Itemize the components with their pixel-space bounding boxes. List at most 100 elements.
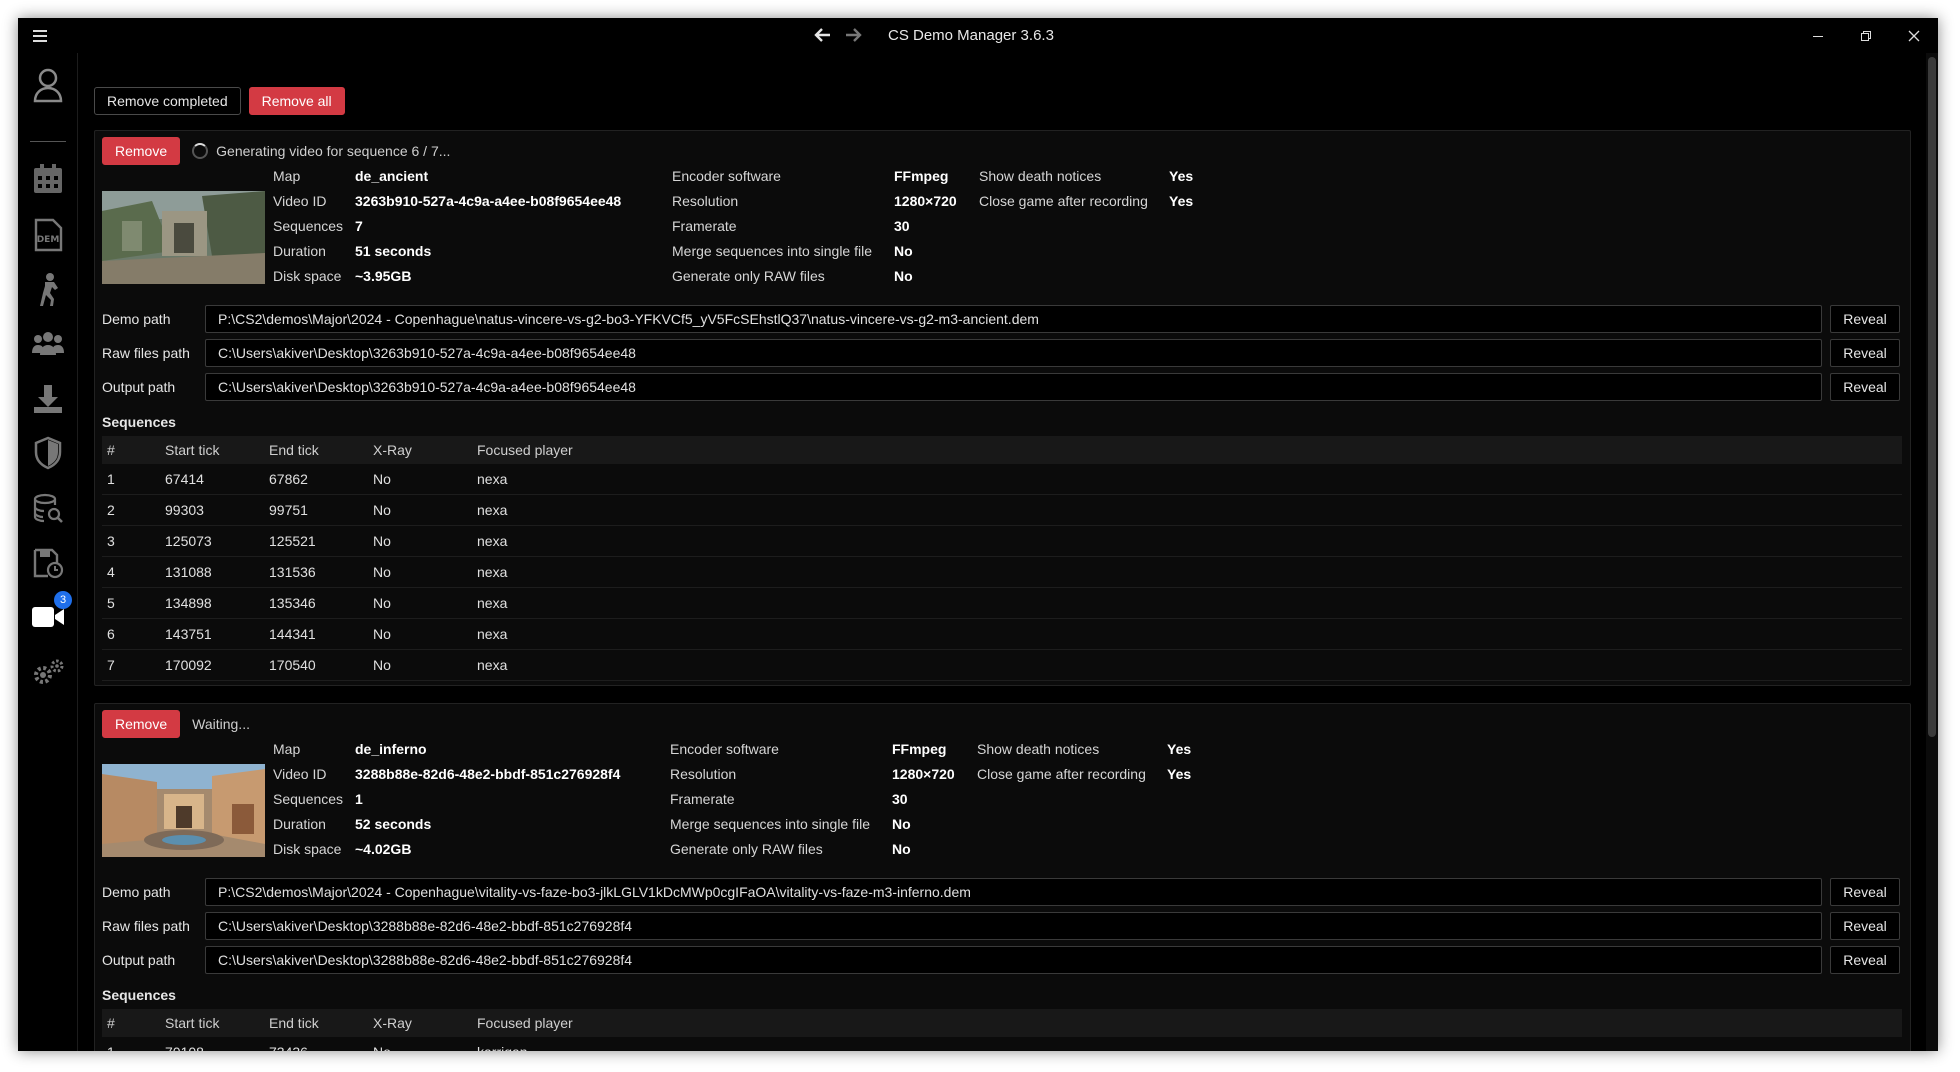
remove-button[interactable]: Remove	[102, 137, 181, 165]
player-icon[interactable]	[28, 269, 68, 309]
sequences-value: 1	[355, 791, 363, 807]
raw-files-path-field[interactable]: C:\Users\akiver\Desktop\3263b910-527a-4c…	[205, 339, 1822, 367]
cell-focused-player: nexa	[477, 564, 508, 580]
cell-focused-player: nexa	[477, 595, 508, 611]
col-player: Focused player	[477, 442, 573, 458]
scrollbar-thumb[interactable]	[1928, 57, 1936, 737]
profile-icon[interactable]	[28, 65, 68, 105]
remove-completed-button[interactable]: Remove completed	[94, 87, 241, 115]
table-row[interactable]: 6 143751 144341 No nexa	[102, 619, 1902, 650]
table-row[interactable]: 7 170092 170540 No nexa	[102, 650, 1902, 681]
close-game-value: Yes	[1169, 193, 1194, 209]
reveal-raw-button[interactable]: Reveal	[1830, 339, 1900, 367]
cell-num: 4	[107, 564, 115, 580]
cell-xray: No	[373, 502, 391, 518]
death-notices-label: Show death notices	[979, 168, 1102, 184]
col-start: Start tick	[165, 1015, 220, 1031]
sequences-heading: Sequences	[102, 414, 176, 430]
sequences-table: # Start tick End tick X-Ray Focused play…	[102, 436, 1902, 681]
cell-xray: No	[373, 564, 391, 580]
main-scrollbar[interactable]	[1926, 53, 1938, 1051]
resolution-label: Resolution	[670, 766, 737, 782]
video-icon[interactable]: 3	[28, 591, 72, 637]
output-path-label: Output path	[102, 379, 176, 395]
sequences-heading: Sequences	[102, 987, 176, 1003]
remove-button[interactable]: Remove	[102, 710, 181, 738]
shield-icon[interactable]	[28, 433, 68, 473]
status-label: Waiting...	[192, 716, 250, 732]
video-card: Remove Generating video for sequence 6 /…	[94, 130, 1911, 686]
download-icon[interactable]	[28, 379, 68, 419]
table-row[interactable]: 1 67414 67862 No nexa	[102, 464, 1902, 495]
cell-end-tick: 131536	[269, 564, 316, 580]
encoder-label: Encoder software	[672, 168, 781, 184]
videos-queue-view: Remove completed Remove all Remove Gener…	[79, 53, 1926, 1051]
video-queue-badge: 3	[54, 591, 72, 609]
restore-icon[interactable]	[1842, 18, 1890, 53]
demo-path-field[interactable]: P:\CS2\demos\Major\2024 - Copenhague\vit…	[205, 878, 1822, 906]
raw-value: No	[892, 841, 911, 857]
close-game-value: Yes	[1167, 766, 1192, 782]
raw-files-path-field[interactable]: C:\Users\akiver\Desktop\3288b88e-82d6-48…	[205, 912, 1822, 940]
resolution-value: 1280×720	[892, 766, 955, 782]
remove-all-button[interactable]: Remove all	[248, 87, 345, 115]
map-value: de_ancient	[355, 168, 429, 184]
table-row[interactable]: 2 99303 99751 No nexa	[102, 495, 1902, 526]
reveal-demo-button[interactable]: Reveal	[1830, 878, 1900, 906]
cell-xray: No	[373, 595, 391, 611]
back-arrow-icon[interactable]	[813, 25, 833, 49]
col-num: #	[107, 1015, 115, 1031]
framerate-value: 30	[892, 791, 908, 807]
minimize-icon[interactable]	[1794, 18, 1842, 53]
sidebar-divider	[30, 141, 66, 142]
cell-xray: No	[373, 1044, 477, 1051]
close-game-label: Close game after recording	[977, 766, 1146, 782]
app-title: CS Demo Manager 3.6.3	[888, 27, 1054, 44]
video-card: Remove Waiting... Map de_inferno Video I…	[94, 703, 1911, 1051]
video-id-label: Video ID	[273, 766, 327, 782]
encoder-value: FFmpeg	[892, 741, 947, 757]
cell-end-tick: 125521	[269, 533, 316, 549]
duration-value: 51 seconds	[355, 243, 432, 259]
cell-num: 6	[107, 626, 115, 642]
reveal-output-button[interactable]: Reveal	[1830, 946, 1900, 974]
reveal-raw-button[interactable]: Reveal	[1830, 912, 1900, 940]
teams-icon[interactable]	[28, 323, 68, 363]
cell-xray: No	[373, 626, 391, 642]
table-row[interactable]: 3 125073 125521 No nexa	[102, 526, 1902, 557]
reveal-demo-button[interactable]: Reveal	[1830, 305, 1900, 333]
forward-arrow-icon[interactable]	[843, 25, 863, 49]
title-bar: CS Demo Manager 3.6.3	[18, 18, 1938, 53]
output-path-field[interactable]: C:\Users\akiver\Desktop\3263b910-527a-4c…	[205, 373, 1822, 401]
reveal-output-button[interactable]: Reveal	[1830, 373, 1900, 401]
table-row[interactable]: 4 131088 131536 No nexa	[102, 557, 1902, 588]
map-label: Map	[273, 168, 301, 184]
encoder-label: Encoder software	[670, 741, 779, 757]
cell-start-tick: 131088	[165, 564, 212, 580]
resolution-value: 1280×720	[894, 193, 957, 209]
search-database-icon[interactable]	[28, 489, 68, 529]
demo-path-field[interactable]: P:\CS2\demos\Major\2024 - Copenhague\nat…	[205, 305, 1822, 333]
settings-icon[interactable]	[28, 653, 68, 693]
encoder-value: FFmpeg	[894, 168, 949, 184]
table-row[interactable]: 5 134898 135346 No nexa	[102, 588, 1902, 619]
table-row[interactable]: 17010873436Nokarrigan	[102, 1037, 1902, 1051]
duration-label: Duration	[273, 243, 326, 259]
hamburger-menu-icon[interactable]	[28, 24, 52, 48]
dem-file-icon[interactable]: DEM	[28, 215, 68, 255]
death-notices-value: Yes	[1167, 741, 1192, 757]
duration-value: 52 seconds	[355, 816, 432, 832]
status-text: Generating video for sequence 6 / 7...	[192, 143, 450, 159]
sidebar: DEM 3	[18, 53, 78, 1051]
raw-files-path-label: Raw files path	[102, 918, 190, 934]
cell-end-tick: 99751	[269, 502, 308, 518]
cell-focused-player: nexa	[477, 657, 508, 673]
backup-icon[interactable]	[28, 543, 68, 583]
framerate-value: 30	[894, 218, 910, 234]
merge-label: Merge sequences into single file	[670, 816, 871, 832]
close-icon[interactable]	[1890, 18, 1938, 53]
video-id-label: Video ID	[273, 193, 327, 209]
cell-num: 1	[102, 1044, 165, 1051]
output-path-field[interactable]: C:\Users\akiver\Desktop\3288b88e-82d6-48…	[205, 946, 1822, 974]
calendar-icon[interactable]	[28, 159, 68, 199]
